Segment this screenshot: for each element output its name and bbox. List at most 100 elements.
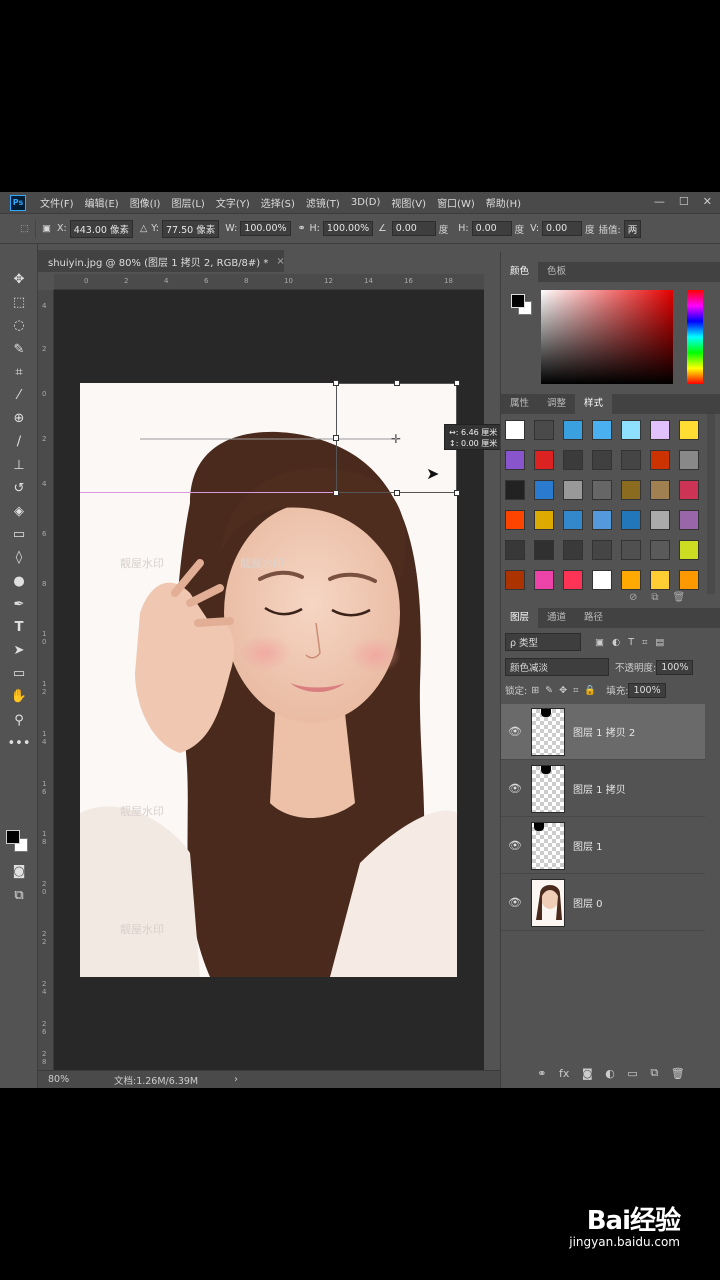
- style-swatch[interactable]: [621, 450, 641, 470]
- transform-handle[interactable]: [394, 380, 400, 386]
- style-swatch[interactable]: [505, 540, 525, 560]
- height-field[interactable]: 100.00%: [322, 221, 374, 236]
- style-swatch[interactable]: [534, 570, 554, 590]
- crop-tool-icon[interactable]: ⌗: [0, 361, 38, 384]
- style-swatch[interactable]: [505, 420, 525, 440]
- style-swatch[interactable]: [505, 450, 525, 470]
- style-swatch[interactable]: [563, 450, 583, 470]
- transform-handle[interactable]: [454, 490, 460, 496]
- menu-window[interactable]: 窗口(W): [437, 195, 475, 210]
- delta-icon[interactable]: △: [140, 223, 147, 234]
- menu-layer[interactable]: 图层(L): [171, 195, 204, 210]
- menu-3d[interactable]: 3D(D): [351, 197, 381, 208]
- fill-field[interactable]: 100%: [628, 682, 666, 698]
- menu-file[interactable]: 文件(F): [40, 195, 74, 210]
- transform-handle[interactable]: [333, 380, 339, 386]
- layer-row[interactable]: 👁 图层 1 拷贝: [501, 761, 705, 817]
- blend-mode-select[interactable]: 颜色减淡: [505, 658, 609, 676]
- hand-tool-icon[interactable]: ✋: [0, 685, 38, 708]
- menu-edit[interactable]: 编辑(E): [85, 195, 119, 210]
- menu-view[interactable]: 视图(V): [391, 195, 426, 210]
- hskew-field[interactable]: 0.00: [471, 221, 512, 236]
- style-swatch[interactable]: [505, 570, 525, 590]
- layer-row[interactable]: 👁 图层 0: [501, 875, 705, 931]
- tab-channels[interactable]: 通道: [538, 608, 575, 628]
- style-swatch[interactable]: [534, 510, 554, 530]
- style-swatch[interactable]: [650, 510, 670, 530]
- link-icon[interactable]: ⚭: [298, 223, 306, 234]
- new-style-icon[interactable]: ⧉: [651, 592, 658, 603]
- menu-filter[interactable]: 滤镜(T): [306, 195, 340, 210]
- transform-center-icon[interactable]: ✛: [391, 432, 401, 446]
- blur-tool-icon[interactable]: ◊: [0, 546, 38, 569]
- style-swatch[interactable]: [592, 450, 612, 470]
- adjustment-layer-icon[interactable]: ◐: [605, 1067, 615, 1080]
- style-swatch[interactable]: [650, 480, 670, 500]
- marquee-tool-icon[interactable]: ⬚: [0, 291, 38, 314]
- tab-swatches[interactable]: 色板: [538, 262, 575, 282]
- style-swatch[interactable]: [534, 480, 554, 500]
- style-swatch[interactable]: [650, 540, 670, 560]
- style-swatch[interactable]: [505, 480, 525, 500]
- layer-name[interactable]: 图层 1 拷贝: [573, 781, 626, 796]
- tab-styles[interactable]: 样式: [575, 394, 613, 414]
- menu-image[interactable]: 图像(I): [130, 195, 161, 210]
- tab-properties[interactable]: 属性: [501, 394, 538, 414]
- style-swatch[interactable]: [592, 420, 612, 440]
- menu-type[interactable]: 文字(Y): [216, 195, 250, 210]
- style-swatch[interactable]: [679, 570, 699, 590]
- style-swatch[interactable]: [621, 420, 641, 440]
- brush-tool-icon[interactable]: ∕: [0, 430, 38, 453]
- layer-filter-select[interactable]: ρ 类型: [505, 633, 581, 651]
- style-swatch[interactable]: [592, 480, 612, 500]
- style-swatch[interactable]: [592, 510, 612, 530]
- transform-handle[interactable]: [333, 490, 339, 496]
- screen-mode-icon[interactable]: ⧉: [0, 884, 38, 907]
- eraser-tool-icon[interactable]: ◈: [0, 500, 38, 523]
- style-swatch[interactable]: [621, 510, 641, 530]
- y-position-field[interactable]: 77.50 像素: [162, 219, 220, 238]
- style-swatch[interactable]: [650, 420, 670, 440]
- shape-tool-icon[interactable]: ▭: [0, 662, 38, 685]
- style-swatch[interactable]: [563, 480, 583, 500]
- layer-filter-icons[interactable]: ▣◐T⌗▤: [595, 637, 672, 648]
- minimize-icon[interactable]: —: [654, 195, 665, 208]
- quick-mask-icon[interactable]: ◙: [0, 860, 38, 883]
- new-group-icon[interactable]: ▭: [627, 1067, 637, 1080]
- opacity-field[interactable]: 100%: [656, 659, 694, 675]
- clone-stamp-tool-icon[interactable]: ⊥: [0, 454, 38, 477]
- clear-style-icon[interactable]: ⊘: [629, 592, 637, 603]
- style-swatch[interactable]: [679, 510, 699, 530]
- styles-scrollbar[interactable]: [707, 414, 715, 594]
- gradient-tool-icon[interactable]: ▭: [0, 523, 38, 546]
- status-menu-arrow[interactable]: ›: [234, 1074, 238, 1085]
- link-layers-icon[interactable]: ⚭: [537, 1067, 546, 1080]
- more-tools-icon[interactable]: •••: [0, 732, 38, 755]
- style-swatch[interactable]: [563, 510, 583, 530]
- hue-slider[interactable]: [687, 290, 703, 384]
- width-field[interactable]: 100.00%: [240, 221, 291, 236]
- layer-name[interactable]: 图层 1 拷贝 2: [573, 724, 635, 739]
- delete-style-icon[interactable]: 🗑: [673, 592, 686, 603]
- style-swatch[interactable]: [592, 570, 612, 590]
- style-swatch[interactable]: [679, 450, 699, 470]
- style-swatch[interactable]: [621, 480, 641, 500]
- style-swatch[interactable]: [563, 540, 583, 560]
- visibility-eye-icon[interactable]: 👁: [501, 839, 529, 852]
- delete-layer-icon[interactable]: 🗑: [671, 1067, 685, 1080]
- layer-row[interactable]: 👁 图层 1: [501, 818, 705, 874]
- fx-button[interactable]: fx: [559, 1067, 569, 1080]
- reference-point-icon[interactable]: ▣: [42, 223, 51, 234]
- panel-foreground-swatch[interactable]: [511, 294, 525, 308]
- new-layer-icon[interactable]: ⧉: [650, 1066, 658, 1080]
- tab-paths[interactable]: 路径: [575, 608, 612, 628]
- path-select-tool-icon[interactable]: ➤: [0, 639, 38, 662]
- style-swatch[interactable]: [534, 450, 554, 470]
- style-swatch[interactable]: [534, 540, 554, 560]
- style-swatch[interactable]: [592, 540, 612, 560]
- history-brush-tool-icon[interactable]: ↺: [0, 477, 38, 500]
- style-swatch[interactable]: [679, 480, 699, 500]
- type-tool-icon[interactable]: T: [0, 616, 38, 639]
- zoom-level[interactable]: 80%: [48, 1074, 108, 1085]
- quick-select-tool-icon[interactable]: ✎: [0, 338, 38, 361]
